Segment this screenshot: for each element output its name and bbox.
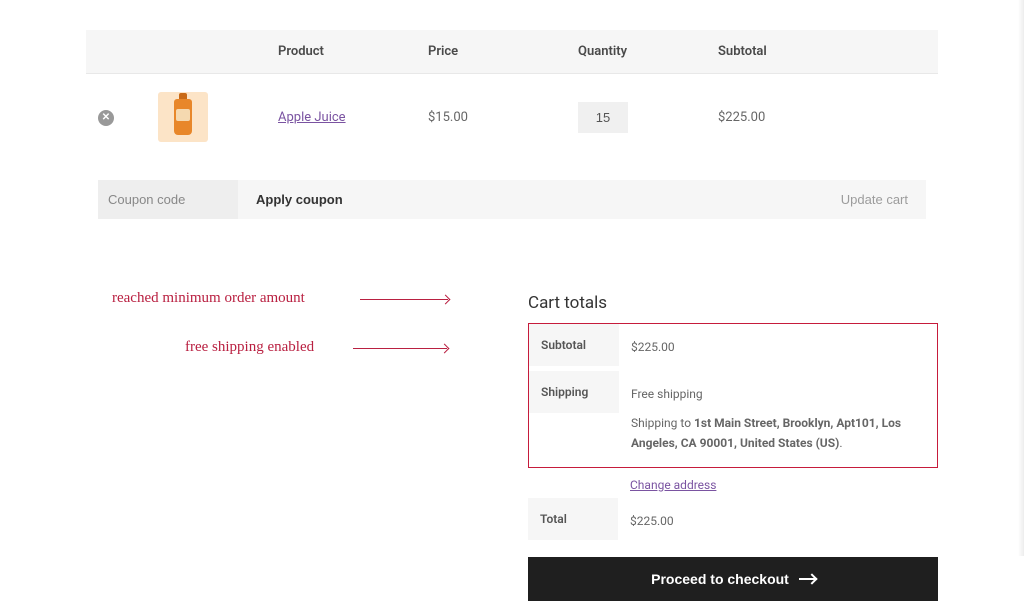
subtotal-value: $225.00 [619, 324, 937, 371]
close-icon: ✕ [102, 113, 110, 123]
remove-item-button[interactable]: ✕ [98, 110, 114, 126]
cart-totals: Cart totals Subtotal $225.00 Shipping Fr… [528, 293, 938, 601]
col-price: Price [416, 30, 566, 74]
arrow-annotation-icon [353, 348, 447, 349]
shipping-method: Free shipping [631, 385, 925, 404]
actions-bar: Apply coupon Update cart [98, 180, 926, 219]
col-thumbnail [146, 30, 266, 74]
item-price: $15.00 [416, 74, 566, 162]
cart-item-row: ✕ Apple Juice $15.00 $225.00 [86, 74, 938, 162]
frame-shadow [1018, 0, 1024, 556]
apply-coupon-button[interactable]: Apply coupon [238, 180, 361, 219]
shipping-to: Shipping to 1st Main Street, Brooklyn, A… [631, 414, 925, 452]
product-link[interactable]: Apple Juice [278, 110, 346, 125]
cart-totals-heading: Cart totals [528, 293, 938, 313]
col-quantity: Quantity [566, 30, 706, 74]
shipping-value-cell: Free shipping Shipping to 1st Main Stree… [619, 371, 937, 467]
arrow-annotation-icon [360, 299, 448, 300]
shipping-to-suffix: . [839, 436, 842, 450]
proceed-to-checkout-button[interactable]: Proceed to checkout [528, 557, 938, 601]
cart-table: Product Price Quantity Subtotal ✕ [86, 30, 938, 237]
coupon-input[interactable] [98, 180, 238, 219]
col-remove [86, 30, 146, 74]
subtotal-row: Subtotal $225.00 [529, 324, 937, 371]
update-cart-button[interactable]: Update cart [823, 180, 926, 219]
cart-actions-row: Apply coupon Update cart [86, 161, 938, 237]
checkout-label: Proceed to checkout [651, 571, 789, 587]
annotation-text: free shipping enabled [185, 339, 314, 355]
shipping-row: Shipping Free shipping Shipping to 1st M… [529, 371, 937, 467]
cart-totals-box: Subtotal $225.00 Shipping Free shipping … [528, 323, 938, 468]
total-row: Total $225.00 [528, 498, 938, 545]
col-subtotal: Subtotal [706, 30, 938, 74]
spacer [361, 180, 823, 219]
annotation-free-shipping: free shipping enabled [185, 339, 314, 356]
arrow-right-icon [799, 578, 815, 580]
item-subtotal: $225.00 [706, 74, 938, 162]
shipping-label: Shipping [529, 371, 619, 413]
cart-header-row: Product Price Quantity Subtotal [86, 30, 938, 74]
total-label: Total [528, 498, 618, 540]
total-value: $225.00 [618, 498, 938, 545]
annotation-min-order: reached minimum order amount [112, 290, 305, 307]
cart-page: Product Price Quantity Subtotal ✕ [0, 0, 1024, 556]
annotation-text: reached minimum order amount [112, 290, 305, 306]
product-thumbnail[interactable] [158, 92, 208, 142]
change-address-link[interactable]: Change address [630, 478, 938, 492]
quantity-input[interactable] [578, 102, 628, 133]
subtotal-label: Subtotal [529, 324, 619, 366]
col-product: Product [266, 30, 416, 74]
bottle-icon [174, 99, 192, 135]
shipping-to-prefix: Shipping to [631, 416, 694, 430]
